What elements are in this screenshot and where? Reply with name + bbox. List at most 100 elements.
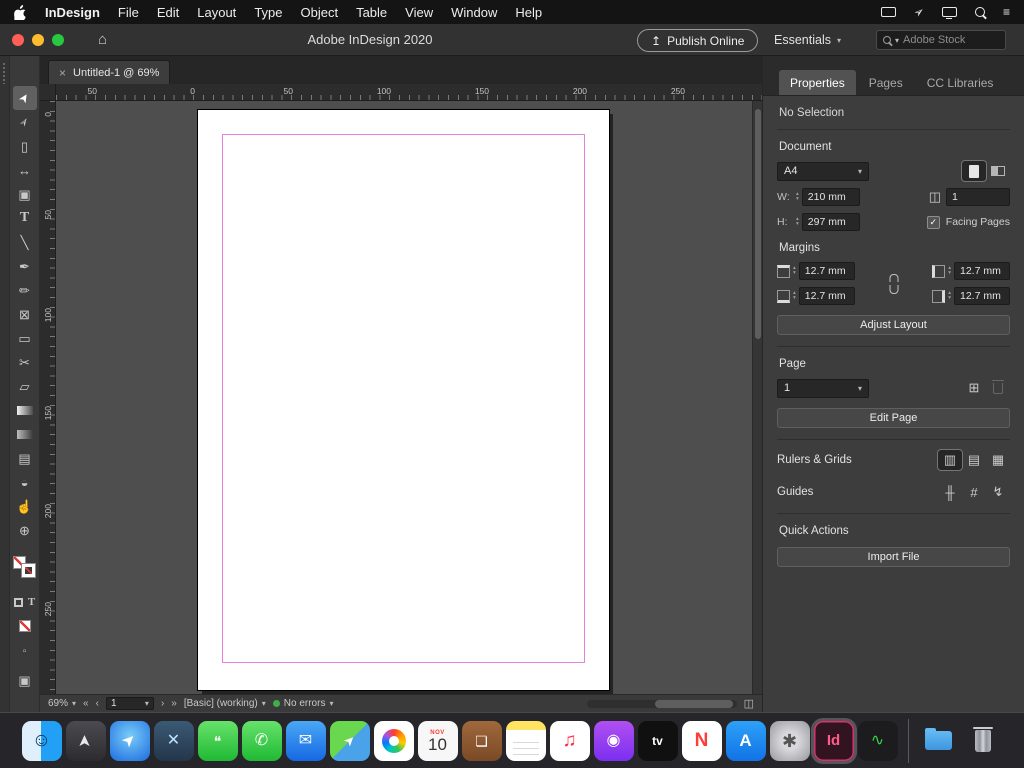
edit-page-button[interactable]: Edit Page: [777, 408, 1010, 428]
gradient-feather-tool[interactable]: [13, 422, 37, 446]
pencil-tool[interactable]: ✏: [13, 278, 37, 302]
dock-tv-icon[interactable]: tv: [638, 721, 678, 761]
margin-outside-stepper[interactable]: ▴▾: [948, 291, 951, 301]
note-tool[interactable]: ▤: [13, 446, 37, 470]
workspace-switcher[interactable]: Essentials ▾: [774, 33, 841, 47]
current-page-dropdown[interactable]: 1 ▾: [777, 379, 869, 398]
line-tool[interactable]: ╲: [13, 230, 37, 254]
margin-top-stepper[interactable]: ▴▾: [793, 266, 796, 276]
height-field[interactable]: [802, 213, 860, 231]
previous-page-button[interactable]: ‹: [96, 698, 99, 709]
width-field[interactable]: [802, 188, 860, 206]
facing-pages-checkbox[interactable]: ✓: [927, 216, 940, 229]
import-file-button[interactable]: Import File: [777, 547, 1010, 567]
dock-music-icon[interactable]: ♫: [550, 721, 590, 761]
orientation-landscape-button[interactable]: [986, 161, 1010, 181]
margin-inside-field[interactable]: [954, 262, 1010, 280]
dock-photos-icon[interactable]: [374, 721, 414, 761]
baseline-grid-button[interactable]: ▤: [962, 450, 986, 470]
dock-launchpad-icon[interactable]: ➤: [66, 721, 106, 761]
link-margins-icon[interactable]: [889, 274, 898, 294]
zoom-level-dropdown[interactable]: 69% ▾: [48, 698, 76, 709]
menu-type[interactable]: Type: [254, 5, 282, 20]
dock-xcode-icon[interactable]: ✕: [154, 721, 194, 761]
margin-outside-field[interactable]: [954, 287, 1010, 305]
dock-notes-icon[interactable]: [506, 721, 546, 761]
dock-maps-icon[interactable]: ➤: [330, 721, 370, 761]
margin-bottom-field[interactable]: [799, 287, 855, 305]
menu-help[interactable]: Help: [515, 5, 542, 20]
dock-news-icon[interactable]: N: [682, 721, 722, 761]
margin-inside-stepper[interactable]: ▴▾: [948, 266, 951, 276]
stock-search-input[interactable]: [903, 34, 999, 46]
home-icon[interactable]: ⌂: [98, 31, 107, 48]
orientation-portrait-button[interactable]: [962, 161, 986, 181]
display-icon[interactable]: [942, 7, 957, 17]
adobe-stock-search[interactable]: ▾: [876, 30, 1006, 50]
first-page-button[interactable]: «: [83, 698, 89, 709]
menu-table[interactable]: Table: [356, 5, 387, 20]
publish-online-button[interactable]: ↥ Publish Online: [637, 29, 758, 52]
margin-top-field[interactable]: [799, 262, 855, 280]
tab-cc-libraries[interactable]: CC Libraries: [916, 70, 1005, 95]
height-stepper[interactable]: ▴▾: [796, 217, 799, 227]
dock-system-preferences-icon[interactable]: ✱: [770, 721, 810, 761]
dock-finder-icon[interactable]: ☺: [22, 721, 62, 761]
show-rulers-button[interactable]: ▥: [938, 450, 962, 470]
dock-indesign-icon[interactable]: Id: [814, 721, 854, 761]
pointer-icon[interactable]: ➢: [911, 3, 928, 20]
gradient-tool[interactable]: [13, 398, 37, 422]
free-transform-tool[interactable]: ▱: [13, 374, 37, 398]
minimize-window-button[interactable]: [32, 34, 44, 46]
dock-facetime-icon[interactable]: ✆: [242, 721, 282, 761]
zoom-tool[interactable]: ⊕: [13, 518, 37, 542]
apply-none-swatch[interactable]: [19, 620, 31, 632]
formatting-affects-text-button[interactable]: T: [28, 596, 35, 608]
preflight-status-dropdown[interactable]: No errors ▾: [273, 698, 334, 709]
preflight-profile-dropdown[interactable]: [Basic] (working) ▾: [184, 698, 266, 709]
spotlight-icon[interactable]: [975, 7, 985, 17]
menu-object[interactable]: Object: [301, 5, 339, 20]
tab-pages[interactable]: Pages: [858, 70, 914, 95]
screen-mode-button[interactable]: ▣: [18, 673, 30, 689]
add-page-button[interactable]: ⊞: [962, 378, 986, 398]
close-tab-icon[interactable]: ×: [59, 66, 66, 80]
menu-layout[interactable]: Layout: [197, 5, 236, 20]
direct-selection-tool[interactable]: ➢: [13, 110, 37, 134]
stroke-swatch[interactable]: [22, 564, 35, 577]
column-guides-button[interactable]: ╫: [938, 482, 962, 502]
fill-stroke-swatches[interactable]: [13, 556, 37, 582]
page-count-field[interactable]: [946, 188, 1010, 206]
delete-page-button[interactable]: [986, 378, 1010, 398]
page-tool[interactable]: ▯: [13, 134, 37, 158]
formatting-affects-container-button[interactable]: [14, 598, 23, 607]
next-page-button[interactable]: ›: [161, 698, 164, 709]
last-page-button[interactable]: »: [171, 698, 177, 709]
page-size-dropdown[interactable]: A4 ▾: [777, 162, 869, 181]
gap-tool[interactable]: ↔: [13, 158, 37, 182]
pen-tool[interactable]: ✒: [13, 254, 37, 278]
margin-bottom-stepper[interactable]: ▴▾: [793, 291, 796, 301]
adjust-layout-button[interactable]: Adjust Layout: [777, 315, 1010, 335]
dock-books-icon[interactable]: ❏: [462, 721, 502, 761]
apple-menu-icon[interactable]: [14, 5, 27, 20]
zoom-window-button[interactable]: [52, 34, 64, 46]
dock-app-store-icon[interactable]: A: [726, 721, 766, 761]
panel-grip[interactable]: [2, 62, 7, 84]
vertical-ruler[interactable]: 0 50 100 150 200 250: [40, 101, 56, 694]
view-mode-icon[interactable]: ▫: [23, 646, 27, 657]
menu-edit[interactable]: Edit: [157, 5, 179, 20]
menu-list-icon[interactable]: ≡: [1003, 5, 1010, 19]
horizontal-scrollbar-thumb[interactable]: [655, 700, 733, 708]
smart-guides-button[interactable]: ↯: [986, 482, 1010, 502]
dock-safari-icon[interactable]: ➤: [110, 721, 150, 761]
document-page[interactable]: [198, 110, 609, 690]
guides-grid-button[interactable]: #: [962, 482, 986, 502]
ruler-origin-corner[interactable]: [40, 84, 56, 100]
vertical-scrollbar[interactable]: [752, 101, 762, 694]
rectangle-frame-tool[interactable]: ⊠: [13, 302, 37, 326]
close-window-button[interactable]: [12, 34, 24, 46]
document-grid-button[interactable]: ▦: [986, 450, 1010, 470]
rectangle-tool[interactable]: ▭: [13, 326, 37, 350]
dock-messages-icon[interactable]: ❝: [198, 721, 238, 761]
